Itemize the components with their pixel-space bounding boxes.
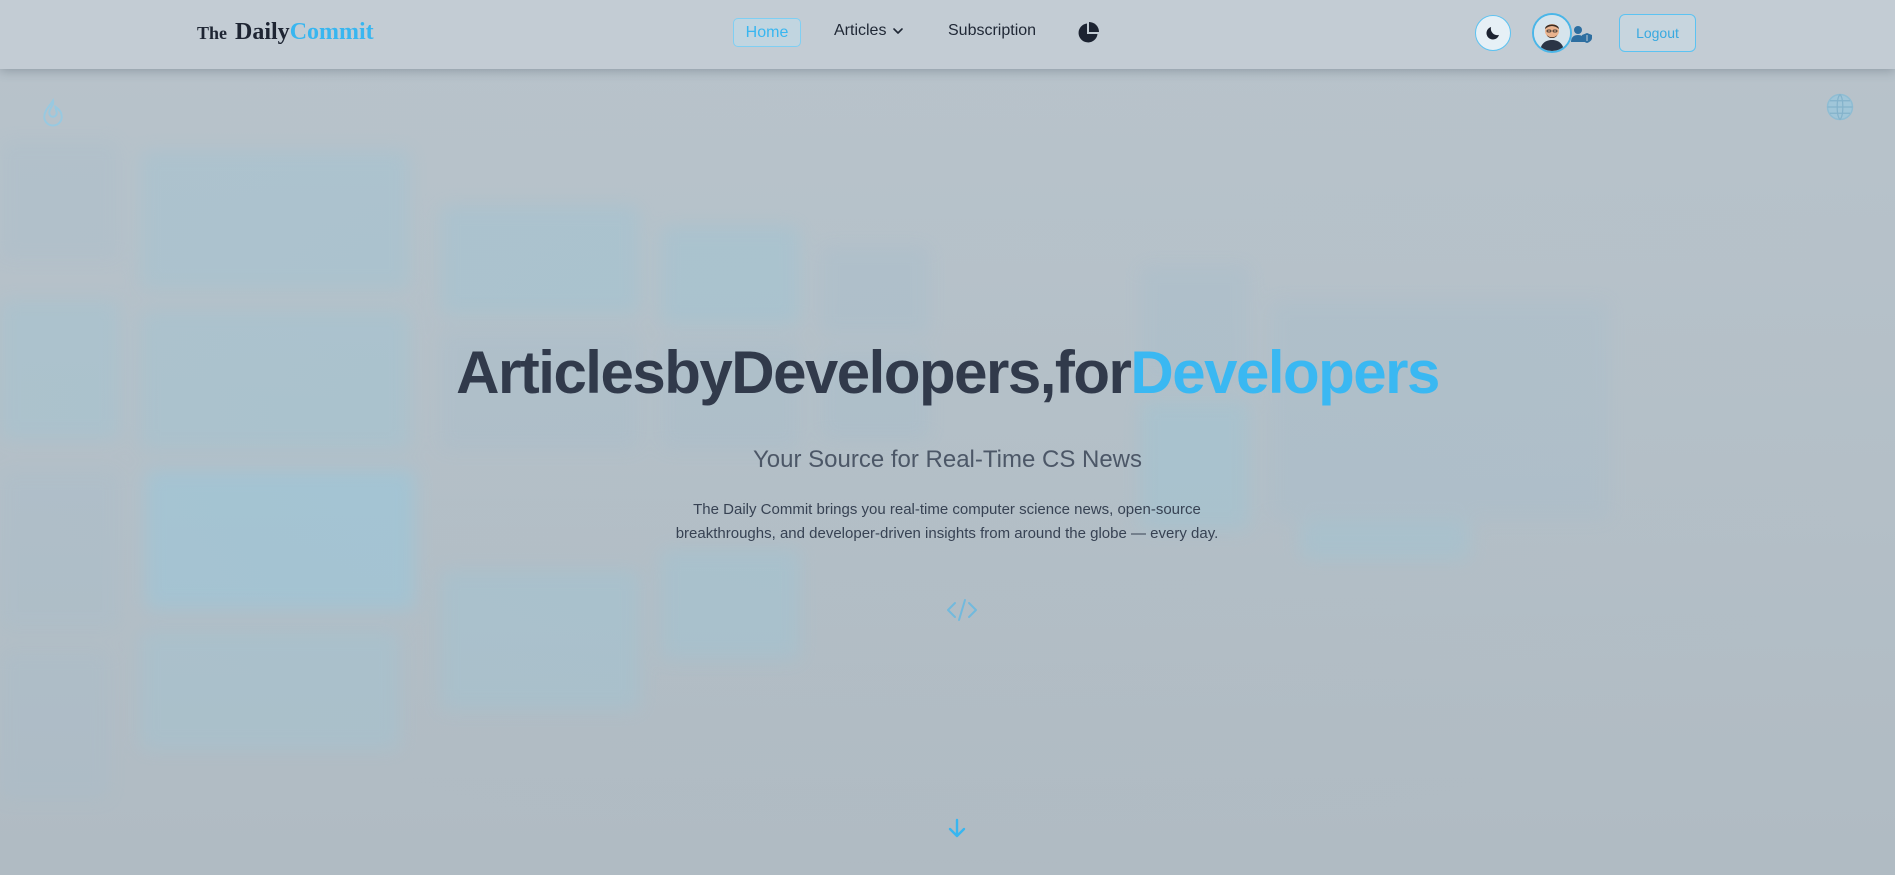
avatar-image [1534,15,1570,51]
nav-articles-dropdown[interactable]: Articles [834,22,904,40]
hero-title: ArticlesbyDevelopers,forDevelopers [0,338,1895,407]
logout-button[interactable]: Logout [1619,14,1696,52]
nav-articles-label: Articles [834,22,887,39]
user-shield-icon[interactable] [1571,25,1593,43]
hero-description: The Daily Commit brings you real-time co… [675,501,1219,542]
hero-title-accent: Developers [1130,339,1440,406]
fire-icon [43,98,63,127]
hero-title-main: ArticlesbyDevelopers,for [456,339,1132,406]
nav-home-link[interactable]: Home [733,18,801,47]
arrow-down-icon[interactable] [947,818,967,840]
code-icon [947,599,977,621]
hero-background [0,0,1895,875]
pie-chart-icon[interactable] [1076,21,1100,45]
top-navbar: The Daily Commit Home Articles Subscript… [0,0,1895,69]
user-avatar[interactable] [1532,13,1572,53]
hero-subtitle: Your Source for Real-Time CS News [752,446,1143,473]
logo-the: The [197,23,228,43]
background-overlay [0,0,1895,875]
globe-icon [1826,93,1854,121]
site-logo[interactable]: The Daily Commit [197,19,374,46]
logo-commit: Commit [289,19,374,45]
moon-icon [1486,27,1499,40]
chevron-down-icon [893,28,904,34]
theme-toggle-button[interactable] [1475,15,1511,51]
logo-daily: Daily [235,19,290,45]
nav-subscription-link[interactable]: Subscription [948,22,1036,40]
